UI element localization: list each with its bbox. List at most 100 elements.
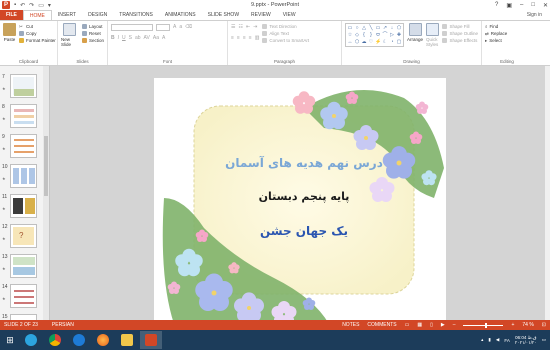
close-icon[interactable]: ✕ (543, 2, 548, 9)
thumbnail-row[interactable]: 12 ★ ? (1, 224, 48, 251)
help-icon[interactable]: ? (495, 2, 498, 8)
save-icon[interactable]: ▪ (14, 2, 16, 8)
clock[interactable]: 06:04 ق.ظ ۲۰۲۱/۰۱/۲۰ (515, 335, 537, 345)
tab-slide-show[interactable]: SLIDE SHOW (202, 10, 245, 20)
char-spacing-icon[interactable]: AV (144, 35, 150, 41)
start-button[interactable]: ⊞ (2, 332, 18, 348)
decrease-indent-icon[interactable]: ⇤ (246, 24, 250, 30)
italic-icon[interactable]: I (118, 35, 119, 41)
zoom-level[interactable]: 74 % (522, 322, 533, 328)
volume-icon[interactable]: ◀ (496, 337, 499, 343)
thumbnail-row[interactable]: 9 ★ (1, 134, 48, 161)
justify-icon[interactable]: ≡ (249, 35, 252, 41)
tab-insert[interactable]: INSERT (52, 10, 82, 20)
taskbar-app-powerpoint[interactable] (140, 331, 162, 349)
keyboard-language[interactable]: FA (504, 338, 510, 343)
text-direction-button[interactable]: Text Direction (262, 23, 309, 30)
section-button[interactable]: Section (81, 37, 104, 44)
numbering-icon[interactable]: ☷ (238, 24, 242, 30)
select-button[interactable]: ▸ Select (485, 37, 529, 44)
tab-home[interactable]: HOME (22, 10, 52, 20)
taskbar-app-firefox[interactable] (92, 331, 114, 349)
maximize-icon[interactable]: □ (531, 2, 535, 8)
shape-fill-button[interactable]: Shape Fill (442, 23, 478, 30)
slideshow-icon[interactable]: ▶ (441, 322, 445, 328)
minimize-icon[interactable]: – (520, 2, 523, 8)
slide-thumbnail[interactable] (10, 74, 37, 98)
align-text-button[interactable]: Align Text (262, 30, 309, 37)
ribbon-display-icon[interactable]: ▣ (506, 2, 512, 9)
zoom-out-icon[interactable]: – (453, 322, 456, 328)
tab-design[interactable]: DESIGN (82, 10, 113, 20)
thumbnail-row[interactable]: 8 ★ (1, 104, 48, 131)
tab-view[interactable]: VIEW (277, 10, 302, 20)
slide-thumbnail[interactable]: ? (10, 224, 37, 248)
shadow-icon[interactable]: S (129, 35, 132, 41)
zoom-in-icon[interactable]: + (511, 322, 514, 328)
sign-in-link[interactable]: Sign in (527, 12, 542, 18)
format-painter-button[interactable]: Format Painter (19, 37, 56, 44)
strikethrough-icon[interactable]: ab (135, 35, 141, 41)
thumbnail-row[interactable]: 7 ★ (1, 74, 48, 101)
bold-icon[interactable]: B (111, 35, 115, 41)
cut-button[interactable]: ✂ Cut (19, 23, 56, 30)
tab-transitions[interactable]: TRANSITIONS (113, 10, 159, 20)
tab-review[interactable]: REVIEW (245, 10, 277, 20)
current-slide[interactable]: درس نهم هدیه های آسمان پایه پنجم دبستان … (154, 78, 446, 324)
network-icon[interactable]: ▮ (488, 337, 490, 343)
comments-button[interactable]: COMMENTS (367, 322, 396, 328)
reset-button[interactable]: Reset (81, 30, 104, 37)
slide-line3[interactable]: یک جهان جشن (194, 224, 414, 238)
columns-icon[interactable]: ▥ (255, 35, 260, 41)
tab-file[interactable]: FILE (0, 10, 23, 20)
thumbnail-row[interactable]: 11 ★ (1, 194, 48, 221)
layout-button[interactable]: Layout (81, 23, 104, 30)
customize-qat-icon[interactable]: ▾ (48, 2, 51, 9)
slide-thumbnail[interactable] (10, 104, 37, 128)
replace-button[interactable]: ⇄ Replace (485, 30, 529, 37)
thumbnail-row[interactable]: 14 ★ (1, 284, 48, 311)
find-button[interactable]: ⌕ Find (485, 23, 529, 30)
slide-sorter-icon[interactable]: ▦ (417, 322, 422, 328)
undo-icon[interactable]: ↶ (20, 2, 25, 9)
font-name-box[interactable] (111, 23, 153, 31)
slide-subtitle[interactable]: پایه پنجم دبستان (194, 190, 414, 203)
change-case-icon[interactable]: Aa (153, 35, 159, 41)
thumbnail-scrollbar[interactable] (43, 66, 49, 320)
align-right-icon[interactable]: ≡ (243, 35, 246, 41)
fit-slide-icon[interactable]: ⊡ (542, 322, 546, 328)
paste-button[interactable]: Paste (3, 23, 16, 44)
slide-thumbnail[interactable] (10, 134, 37, 158)
notes-button[interactable]: NOTES (342, 322, 359, 328)
shapes-gallery[interactable]: ▭ ○ △ ╲ ▭ ↗ ↓ ⬠ ☆ ◇{} ⬭ ⌒ ▷ ✚ ↔ ⬡ ☁ ♡ ⚡ ☾ ◔ ▢ (345, 23, 404, 47)
arrange-button[interactable]: Arrange (407, 23, 423, 47)
slide-thumbnail[interactable] (10, 194, 37, 218)
taskbar-app-telegram[interactable] (20, 331, 42, 349)
font-size-box[interactable] (156, 23, 170, 31)
new-slide-button[interactable]: New Slide (61, 23, 79, 47)
slide-thumbnail[interactable] (10, 254, 37, 278)
shape-outline-button[interactable]: Shape Outline (442, 30, 478, 37)
tab-animations[interactable]: ANIMATIONS (159, 10, 202, 20)
zoom-slider-thumb[interactable] (485, 322, 488, 328)
tray-arrow-icon[interactable]: ▴ (481, 337, 483, 343)
grow-font-icon[interactable]: A (173, 24, 176, 30)
notifications-icon[interactable]: ▭ (542, 337, 546, 343)
slideshow-start-icon[interactable]: ▭ (38, 2, 44, 9)
normal-view-icon[interactable]: ▭ (405, 322, 410, 328)
shrink-font-icon[interactable]: a (179, 24, 182, 30)
slide-title[interactable]: درس نهم هدیه های آسمان (194, 156, 414, 170)
convert-smartart-button[interactable]: Convert to SmartArt (262, 37, 309, 44)
align-center-icon[interactable]: ≡ (237, 35, 240, 41)
taskbar-app-chrome[interactable] (44, 331, 66, 349)
thumbnail-scroll-thumb[interactable] (44, 136, 48, 196)
slide-thumbnail[interactable] (10, 164, 37, 188)
redo-icon[interactable]: ↷ (29, 2, 34, 9)
copy-button[interactable]: Copy (19, 30, 56, 37)
taskbar-app-ie[interactable] (68, 331, 90, 349)
taskbar-app-explorer[interactable] (116, 331, 138, 349)
thumbnail-row[interactable]: 13 ★ (1, 254, 48, 281)
align-left-icon[interactable]: ≡ (231, 35, 234, 41)
zoom-slider[interactable] (463, 322, 504, 328)
quick-styles-button[interactable]: Quick Styles (426, 23, 440, 47)
